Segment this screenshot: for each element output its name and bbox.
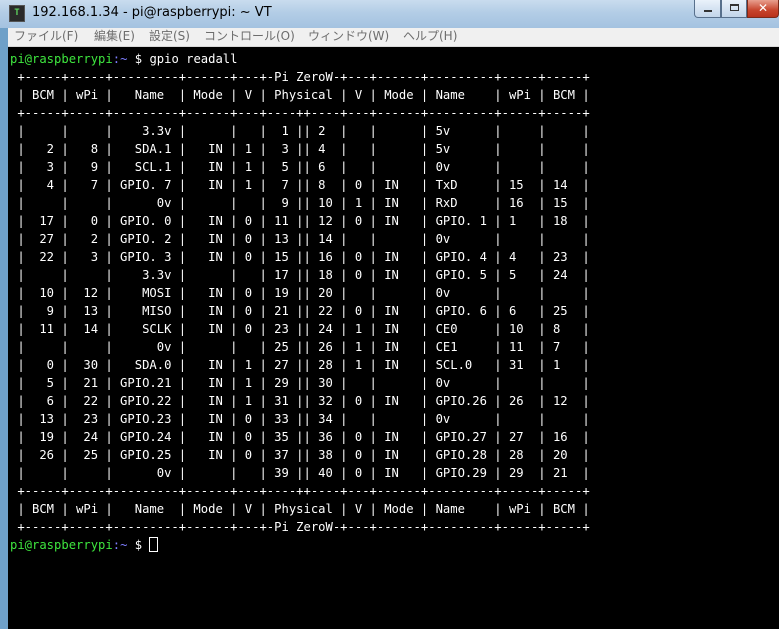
prompt-symbol: $ (134, 52, 150, 66)
table-row: | | | 3.3v | | | 17 || 18 | 0 | IN | GPI… (10, 268, 590, 282)
command-line: pi@raspberrypi:~ $ gpio readall (10, 52, 238, 66)
table-header-line: | BCM | wPi | Name | Mode | V | Physical… (10, 502, 590, 516)
table-row: | | | 3.3v | | | 1 || 2 | | | 5v | | | (10, 124, 590, 138)
terminal-output: pi@raspberrypi:~ $ gpio readall +-----+-… (10, 50, 590, 554)
table-row: | 2 | 8 | SDA.1 | IN | 1 | 3 || 4 | | | … (10, 142, 590, 156)
table-line: +-----+-----+---------+------+---+-Pi Ze… (10, 70, 590, 84)
table-row: | 17 | 0 | GPIO. 0 | IN | 0 | 11 || 12 |… (10, 214, 590, 228)
table-row: | | | 0v | | | 9 || 10 | 1 | IN | RxD | … (10, 196, 590, 210)
title-bar[interactable]: T 192.168.1.34 - pi@raspberrypi: ~ VT ✕ (0, 0, 779, 28)
table-row: | 26 | 25 | GPIO.25 | IN | 0 | 37 || 38 … (10, 448, 590, 462)
table-row: | 19 | 24 | GPIO.24 | IN | 0 | 35 || 36 … (10, 430, 590, 444)
close-icon: ✕ (757, 1, 769, 15)
table-row: | 22 | 3 | GPIO. 3 | IN | 0 | 15 || 16 |… (10, 250, 590, 264)
table-row: | 9 | 13 | MISO | IN | 0 | 21 || 22 | 0 … (10, 304, 590, 318)
minimize-button[interactable] (694, 0, 721, 18)
window-title: 192.168.1.34 - pi@raspberrypi: ~ VT (32, 5, 272, 20)
maximize-button[interactable] (721, 0, 747, 18)
table-line: +-----+-----+---------+------+---+----++… (10, 484, 590, 498)
table-row: | | | 0v | | | 39 || 40 | 0 | IN | GPIO.… (10, 466, 590, 480)
menu-bar: ファイル(F) 編集(E) 設定(S) コントロール(O) ウィンドウ(W) ヘ… (8, 28, 779, 47)
table-row: | | | 0v | | | 25 || 26 | 1 | IN | CE1 |… (10, 340, 590, 354)
table-row: | 0 | 30 | SDA.0 | IN | 1 | 27 || 28 | 1… (10, 358, 590, 372)
prompt-symbol: $ (134, 538, 150, 552)
command-text: gpio readall (149, 52, 238, 66)
input-line[interactable]: pi@raspberrypi:~ $ (10, 537, 159, 552)
prompt-dir: :~ (112, 52, 135, 66)
table-line: +-----+-----+---------+------+---+----++… (10, 106, 590, 120)
table-row: | 10 | 12 | MOSI | IN | 0 | 19 || 20 | |… (10, 286, 590, 300)
table-row: | 4 | 7 | GPIO. 7 | IN | 1 | 7 || 8 | 0 … (10, 178, 590, 192)
maximize-icon (730, 4, 739, 11)
menu-settings[interactable]: 設定(S) (149, 29, 190, 44)
prompt-user-host: pi@raspberrypi (10, 52, 113, 66)
menu-window[interactable]: ウィンドウ(W) (308, 29, 389, 44)
menu-file[interactable]: ファイル(F) (14, 29, 78, 44)
terminal-area[interactable]: pi@raspberrypi:~ $ gpio readall +-----+-… (8, 47, 779, 629)
prompt-dir: :~ (112, 538, 135, 552)
table-row: | 3 | 9 | SCL.1 | IN | 1 | 5 || 6 | | | … (10, 160, 590, 174)
table-header-line: | BCM | wPi | Name | Mode | V | Physical… (10, 88, 590, 102)
table-row: | 5 | 21 | GPIO.21 | IN | 1 | 29 || 30 |… (10, 376, 590, 390)
menu-control[interactable]: コントロール(O) (204, 29, 295, 44)
table-row: | 6 | 22 | GPIO.22 | IN | 1 | 31 || 32 |… (10, 394, 590, 408)
table-line: +-----+-----+---------+------+---+-Pi Ze… (10, 520, 590, 534)
table-row: | 13 | 23 | GPIO.23 | IN | 0 | 33 || 34 … (10, 412, 590, 426)
table-row: | 27 | 2 | GPIO. 2 | IN | 0 | 13 || 14 |… (10, 232, 590, 246)
menu-help[interactable]: ヘルプ(H) (403, 29, 457, 44)
table-row: | 11 | 14 | SCLK | IN | 0 | 23 || 24 | 1… (10, 322, 590, 336)
close-button[interactable]: ✕ (747, 0, 779, 18)
prompt-user-host: pi@raspberrypi (10, 538, 113, 552)
menu-edit[interactable]: 編集(E) (94, 29, 135, 44)
minimize-icon (704, 10, 712, 12)
terminal-app-icon[interactable]: T (9, 5, 25, 22)
text-cursor[interactable] (149, 537, 159, 552)
